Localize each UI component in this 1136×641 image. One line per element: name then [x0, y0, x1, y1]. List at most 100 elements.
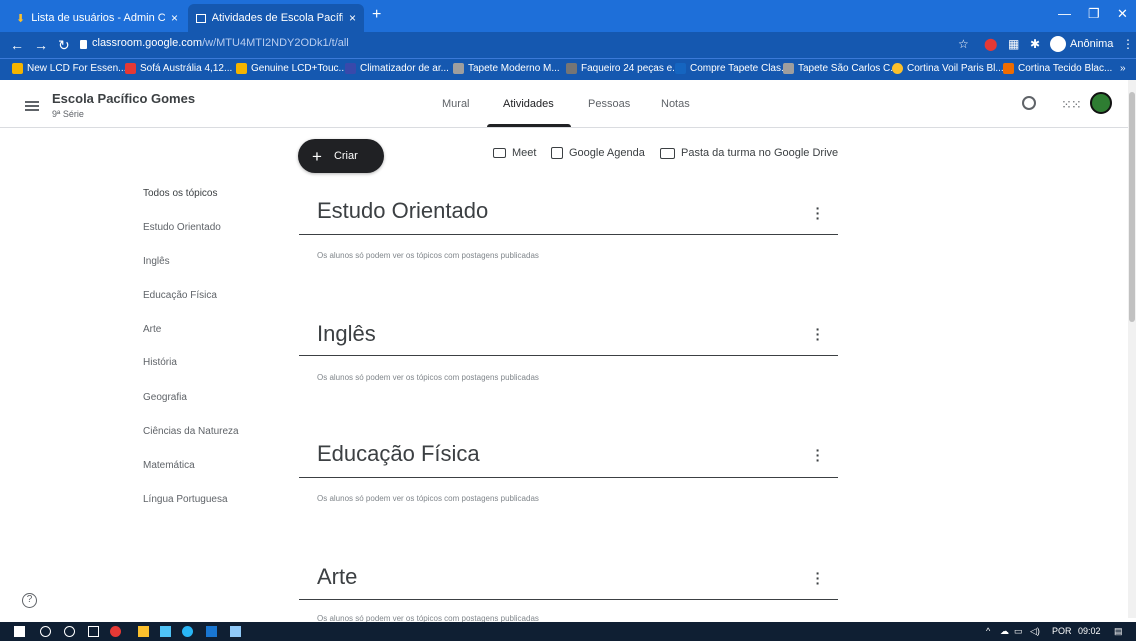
class-name[interactable]: Escola Pacífico Gomes — [52, 91, 195, 106]
bookmark-item[interactable]: Tapete São Carlos C... — [783, 63, 899, 74]
onedrive-icon[interactable]: ☁ — [1000, 626, 1009, 637]
sidebar-item-estudo-orientado[interactable]: Estudo Orientado — [143, 222, 221, 233]
bookmark-label: Tapete Moderno M... — [468, 63, 560, 74]
class-settings-gear-icon[interactable] — [1022, 96, 1036, 110]
sidebar-item-lingua-portuguesa[interactable]: Língua Portuguesa — [143, 494, 228, 505]
topic-title: Estudo Orientado — [317, 198, 489, 223]
sidebar-item-ciencias[interactable]: Ciências da Natureza — [143, 426, 239, 437]
page-scrollbar[interactable] — [1128, 80, 1136, 618]
bookmark-item[interactable]: Climatizador de ar... — [345, 63, 449, 74]
calendar-label: Google Agenda — [569, 147, 645, 159]
task-view-icon[interactable] — [88, 626, 99, 637]
topic-more-options-icon[interactable]: · · · — [815, 201, 821, 225]
windows-taskbar: ^ ☁ ▭ ◁) POR 09:02 ▤ — [0, 622, 1136, 641]
topic-more-options-icon[interactable]: · · · — [815, 566, 821, 590]
sidebar-item-ingles[interactable]: Inglês — [143, 256, 170, 267]
bookmark-favicon-icon — [566, 63, 577, 74]
bookmark-item[interactable]: Sofá Austrália 4,12... — [125, 63, 232, 74]
bookmark-item[interactable]: Tapete Moderno M... — [453, 63, 560, 74]
clock[interactable]: 09:02 — [1078, 626, 1101, 636]
create-label: Criar — [333, 150, 358, 162]
bookmark-item[interactable]: Cortina Tecido Blac... — [1003, 63, 1112, 74]
topic-title: Arte — [317, 564, 358, 589]
bookmark-favicon-icon — [892, 63, 903, 74]
browser-menu-icon[interactable]: ⋮ — [1122, 37, 1134, 51]
chrome-taskbar-icon[interactable] — [110, 626, 121, 637]
extension-grid-icon[interactable]: ▦ — [1008, 37, 1019, 51]
browser-tab-classroom[interactable]: Atividades de Escola Pacífico Go × — [188, 4, 364, 32]
forward-arrow-icon[interactable]: → — [34, 37, 48, 53]
url-field[interactable]: classroom.google.com/w/MTU4MTI2NDY2ODk1/… — [92, 37, 349, 49]
network-icon[interactable]: ▭ — [1014, 626, 1023, 637]
bookmark-favicon-icon — [675, 63, 686, 74]
topic-title: Educação Física — [317, 441, 480, 466]
scrollbar-thumb[interactable] — [1129, 92, 1135, 322]
extensions-puzzle-icon[interactable]: ✱ — [1030, 37, 1040, 51]
more-bookmarks-button[interactable]: » — [1120, 63, 1126, 74]
help-icon[interactable]: ? — [22, 593, 37, 608]
sidebar-item-arte[interactable]: Arte — [143, 324, 161, 335]
tab-atividades[interactable]: Atividades — [503, 98, 554, 110]
google-apps-grid-icon[interactable]: ⁙⁙ — [1061, 97, 1082, 113]
browser-tab-title: Lista de usuários - Admin Consol — [31, 12, 165, 24]
topic-visibility-note: Os alunos só podem ver os tópicos com po… — [317, 373, 539, 382]
bookmark-label: Genuine LCD+Touc... — [251, 63, 347, 74]
minimize-icon[interactable]: — — [1058, 6, 1071, 21]
tab-notas[interactable]: Notas — [661, 98, 690, 110]
classroom-favicon-icon — [196, 13, 206, 23]
sidebar-item-educacao-fisica[interactable]: Educação Física — [143, 290, 217, 301]
photos-icon[interactable] — [230, 626, 241, 637]
bookmark-favicon-icon — [125, 63, 136, 74]
volume-icon[interactable]: ◁) — [1030, 626, 1040, 637]
incognito-profile-button[interactable]: Anônima — [1050, 36, 1113, 52]
restore-icon[interactable]: ❐ — [1088, 6, 1100, 22]
calendar-link[interactable]: Google Agenda — [551, 147, 645, 159]
topic-more-options-icon[interactable]: · · · — [815, 322, 821, 346]
search-icon[interactable] — [40, 626, 51, 637]
bookmark-item[interactable]: Genuine LCD+Touc... — [236, 63, 347, 74]
tab-mural[interactable]: Mural — [442, 98, 470, 110]
bookmark-item[interactable]: Faqueiro 24 peças e... — [566, 63, 681, 74]
sidebar-item-historia[interactable]: História — [143, 357, 177, 368]
bookmark-item[interactable]: New LCD For Essen... — [12, 63, 126, 74]
bookmarks-bar: New LCD For Essen... Sofá Austrália 4,12… — [0, 58, 1136, 80]
main-menu-icon[interactable] — [25, 101, 39, 111]
browser-tab-admin-console[interactable]: ⬇ Lista de usuários - Admin Consol × — [8, 4, 186, 32]
bookmark-item[interactable]: Compre Tapete Clas... — [675, 63, 789, 74]
close-tab-icon[interactable]: × — [171, 11, 178, 25]
word-icon[interactable] — [206, 626, 217, 637]
edge-icon[interactable] — [182, 626, 193, 637]
browser-tab-title: Atividades de Escola Pacífico Go — [211, 12, 343, 24]
bookmark-label: New LCD For Essen... — [27, 63, 127, 74]
close-window-icon[interactable]: ✕ — [1117, 6, 1128, 22]
account-avatar[interactable] — [1090, 92, 1112, 114]
new-tab-button[interactable]: + — [372, 6, 381, 24]
tray-chevron-icon[interactable]: ^ — [986, 626, 990, 636]
sidebar-item-matematica[interactable]: Matemática — [143, 460, 195, 471]
bookmark-label: Sofá Austrália 4,12... — [140, 63, 233, 74]
store-icon[interactable] — [160, 626, 171, 637]
sidebar-item-geografia[interactable]: Geografia — [143, 392, 187, 403]
topic-more-options-icon[interactable]: · · · — [815, 443, 821, 467]
bookmark-star-icon[interactable]: ☆ — [958, 37, 969, 51]
close-tab-icon[interactable]: × — [349, 11, 356, 25]
bookmark-item[interactable]: Cortina Voil Paris Bl... — [892, 63, 1004, 74]
drive-folder-link[interactable]: Pasta da turma no Google Drive — [660, 147, 838, 159]
sidebar-item-all-topics[interactable]: Todos os tópicos — [143, 188, 218, 199]
bookmark-favicon-icon — [236, 63, 247, 74]
language-indicator[interactable]: POR — [1052, 626, 1072, 636]
bookmark-label: Cortina Voil Paris Bl... — [907, 63, 1004, 74]
windows-start-icon[interactable] — [14, 626, 25, 637]
create-button[interactable]: + Criar — [298, 139, 384, 173]
file-explorer-icon[interactable] — [138, 626, 149, 637]
topic-visibility-note: Os alunos só podem ver os tópicos com po… — [317, 251, 539, 260]
plus-icon: + — [312, 146, 322, 166]
reload-icon[interactable]: ↻ — [58, 37, 70, 54]
meet-link[interactable]: Meet — [493, 147, 536, 159]
tab-pessoas[interactable]: Pessoas — [588, 98, 630, 110]
notifications-icon[interactable]: ▤ — [1114, 626, 1123, 637]
cortana-icon[interactable] — [64, 626, 75, 637]
bookmark-favicon-icon — [1003, 63, 1014, 74]
back-arrow-icon[interactable]: ← — [10, 37, 24, 53]
extension-shield-icon[interactable]: ⬤ — [984, 37, 997, 51]
